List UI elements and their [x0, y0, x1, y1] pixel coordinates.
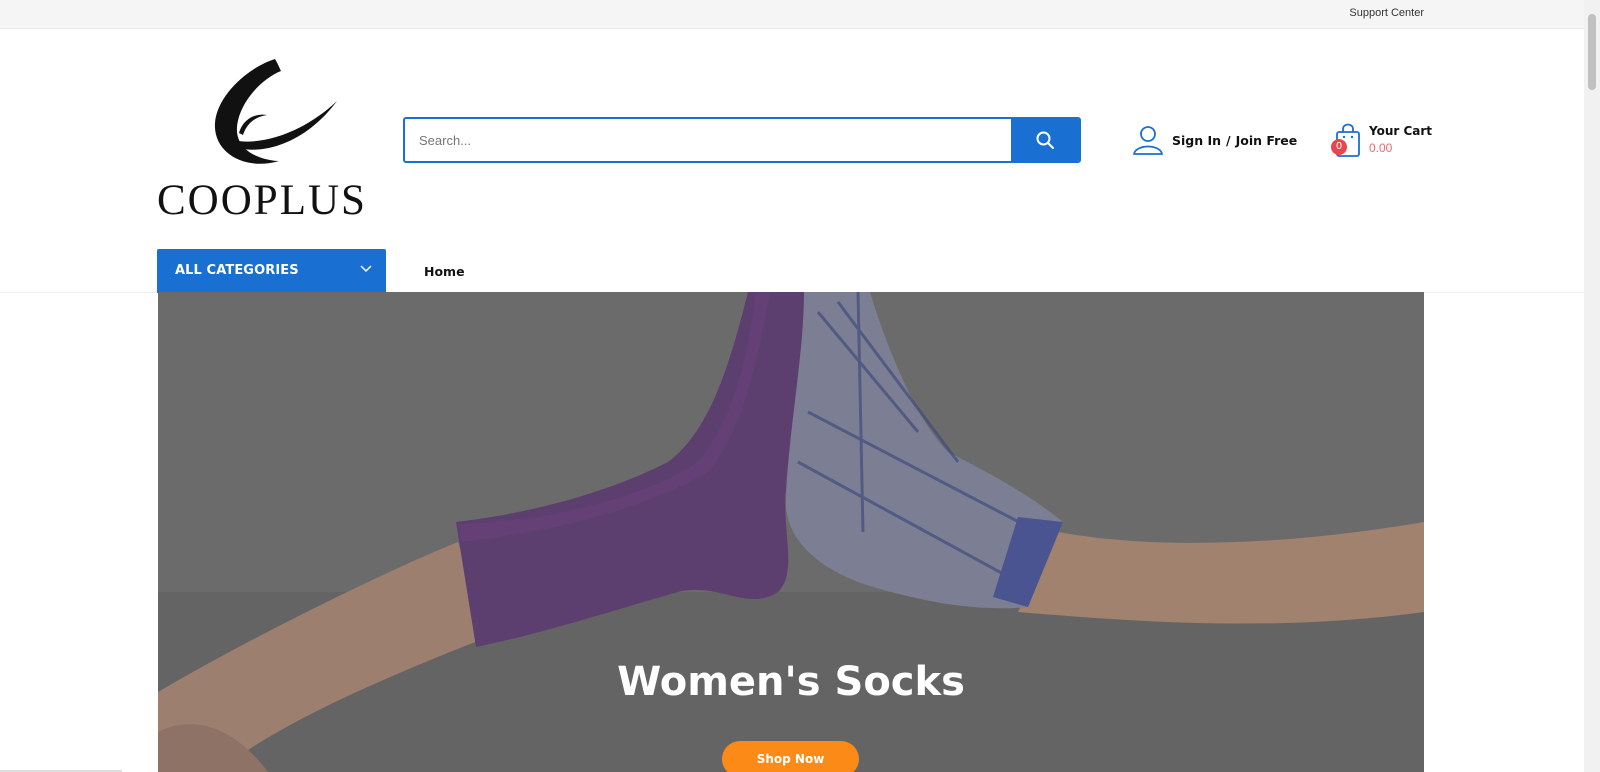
search-bar [403, 117, 1081, 163]
hero-banner[interactable]: Women's Socks Shop Now [158, 292, 1424, 772]
site-logo[interactable]: COOPLUS [157, 57, 389, 223]
cart-count-badge: 0 [1331, 139, 1347, 155]
account-separator: / [1226, 132, 1231, 148]
top-utility-bar: Support Center [0, 0, 1600, 29]
hero-headline: Women's Socks [617, 659, 965, 705]
cart-amount: 0.00 [1369, 141, 1393, 155]
all-categories-label: ALL CATEGORIES [175, 263, 299, 278]
user-icon [1133, 126, 1163, 155]
support-center-link[interactable]: Support Center [1349, 7, 1424, 19]
search-input[interactable] [405, 119, 1013, 161]
sign-in-link[interactable]: Sign In [1172, 133, 1221, 148]
shop-now-button[interactable]: Shop Now [722, 741, 859, 772]
logo-wordmark: COOPLUS [157, 177, 367, 224]
chevron-down-icon [360, 265, 372, 273]
scrollbar-thumb[interactable] [1588, 14, 1596, 90]
cart-title: Your Cart [1369, 124, 1433, 138]
account-link[interactable]: Sign In / Join Free [1132, 124, 1297, 156]
join-free-link[interactable]: Join Free [1236, 133, 1298, 148]
search-button[interactable] [1011, 119, 1079, 161]
nav-item-home[interactable]: Home [424, 264, 465, 279]
search-icon [1036, 131, 1054, 149]
account-label: Sign In / Join Free [1172, 133, 1297, 148]
all-categories-dropdown[interactable]: ALL CATEGORIES [157, 249, 386, 293]
page-scrollbar[interactable] [1584, 0, 1600, 772]
logo-mark-icon [214, 59, 337, 164]
cart-widget[interactable]: 0 Your Cart 0.00 [1331, 121, 1433, 161]
